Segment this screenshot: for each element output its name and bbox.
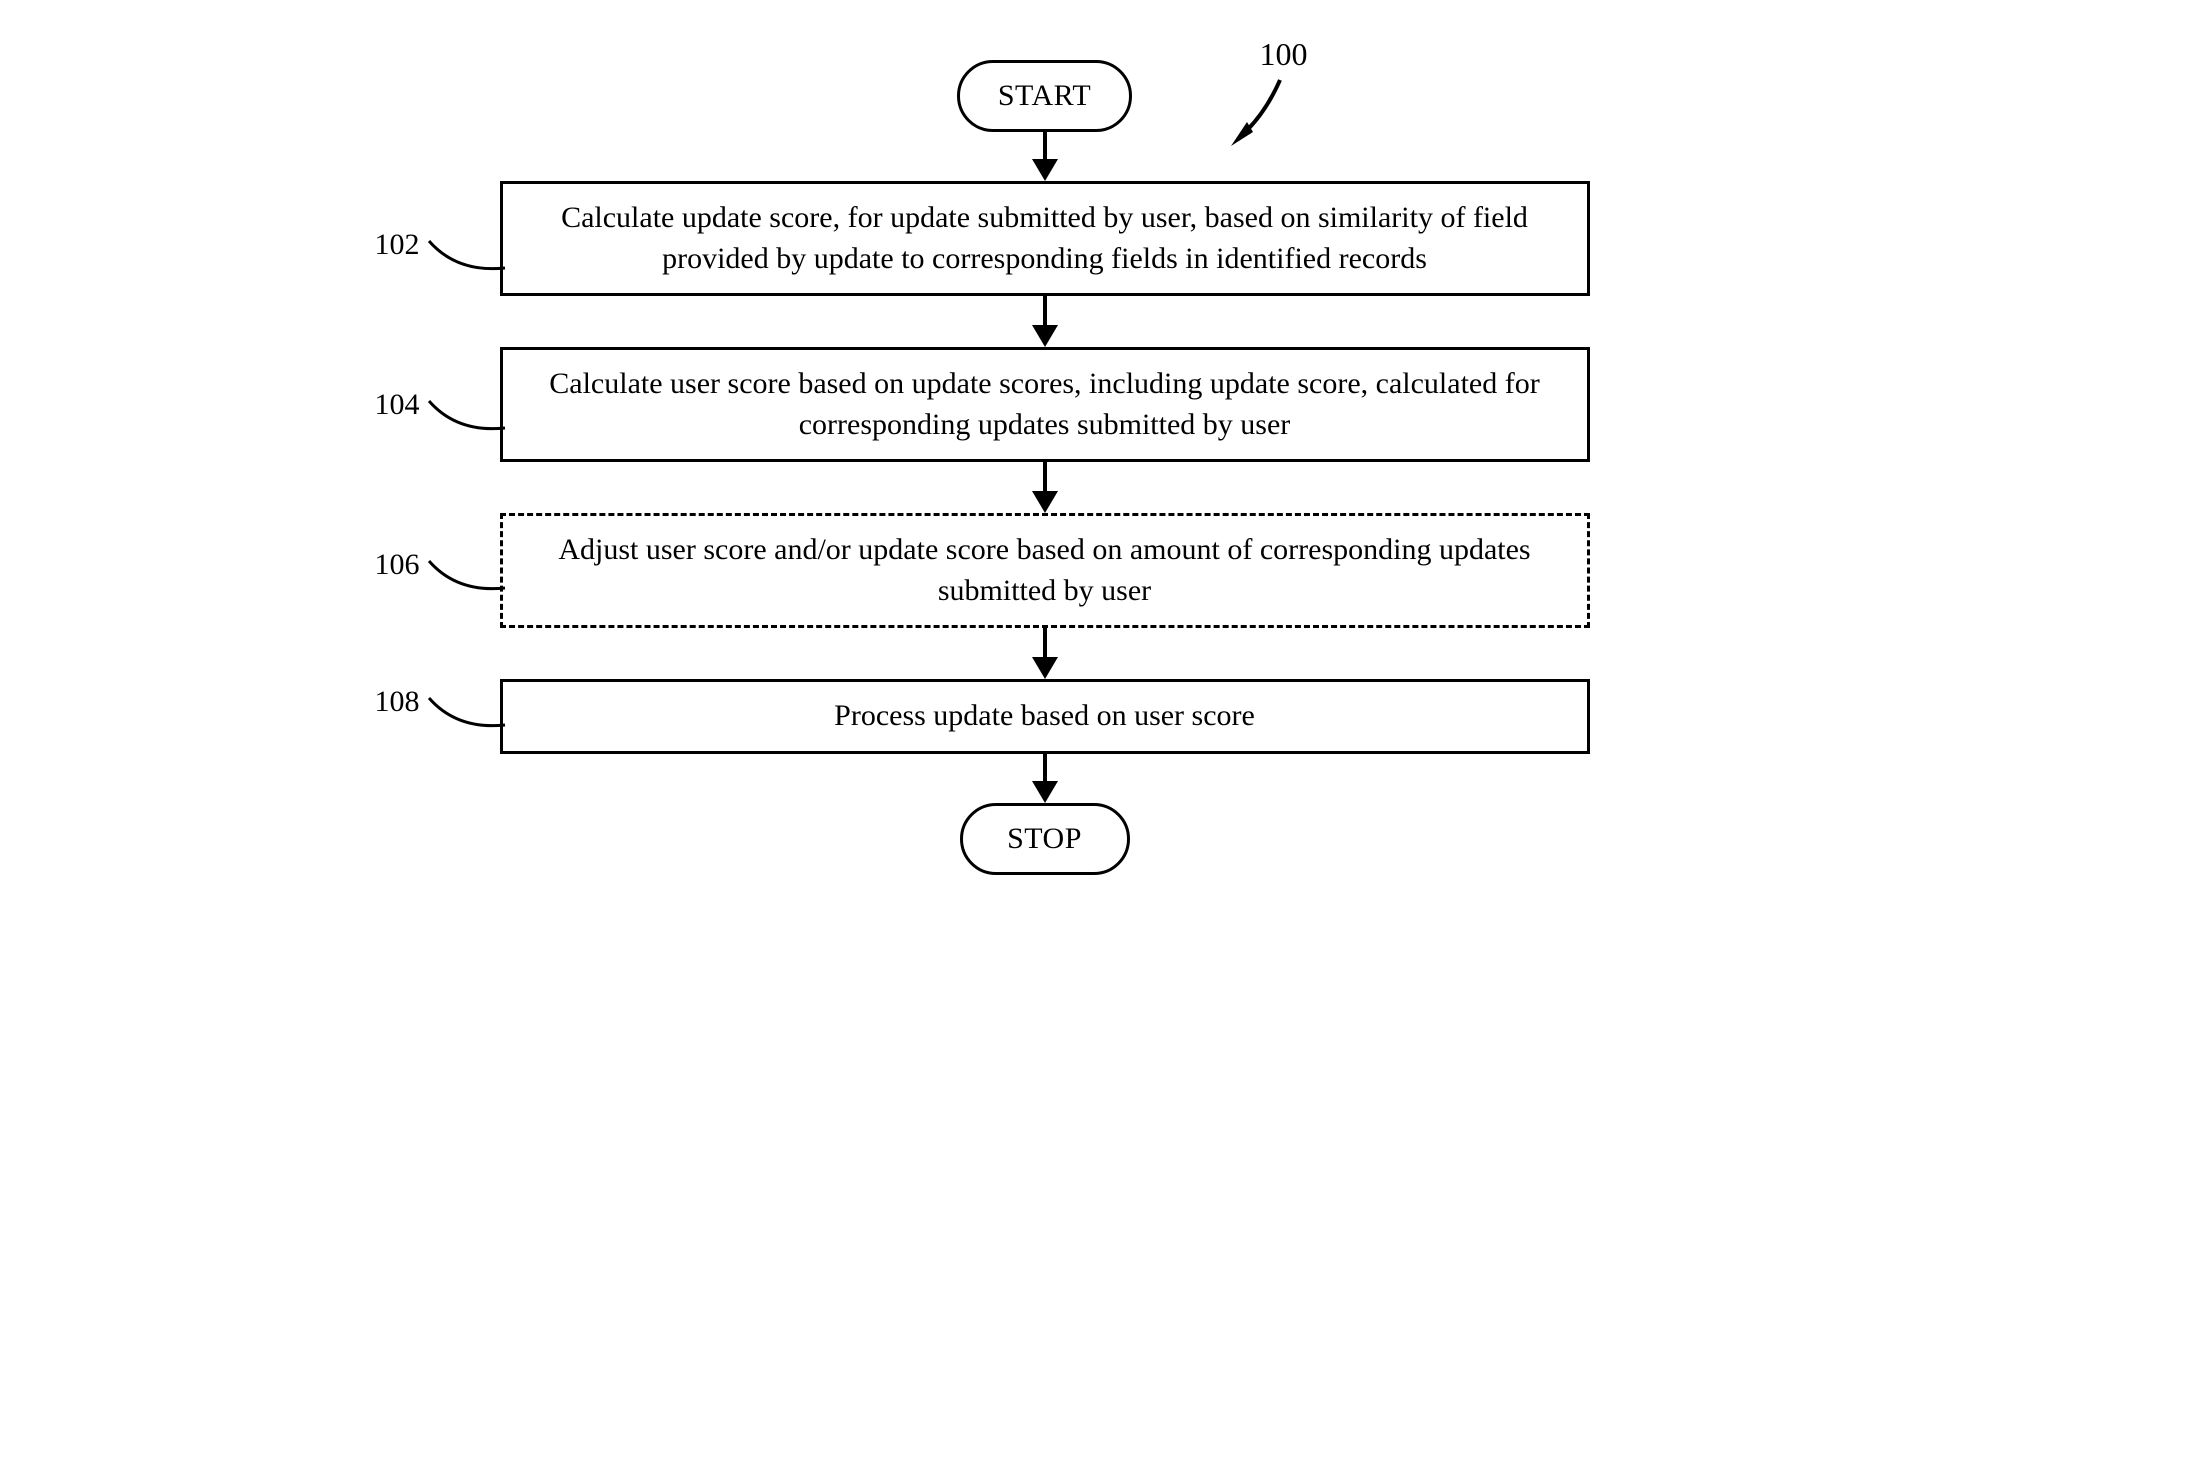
arrow-down-icon — [1032, 132, 1058, 181]
step-ref: 106 — [375, 548, 420, 582]
start-terminal: START — [957, 60, 1132, 132]
step-box: Process update based on user score — [500, 679, 1590, 754]
start-label: START — [998, 79, 1091, 113]
step-ref: 104 — [375, 388, 420, 422]
step-ref: 108 — [375, 685, 420, 719]
arrow-down-icon — [1032, 628, 1058, 679]
step-box-optional: Adjust user score and/or update score ba… — [500, 513, 1590, 628]
stop-terminal: STOP — [960, 803, 1130, 875]
step-text: Adjust user score and/or update score ba… — [558, 533, 1530, 607]
step-box: Calculate update score, for update submi… — [500, 181, 1590, 296]
arrow-down-icon — [1032, 462, 1058, 513]
arrow-down-icon — [1032, 296, 1058, 347]
lead-line — [427, 398, 507, 438]
flow-column: START Calculate update score, for update… — [355, 60, 1595, 875]
step-text: Calculate user score based on update sco… — [549, 367, 1539, 441]
arrow-down-icon — [1032, 754, 1058, 803]
stop-label: STOP — [1007, 822, 1082, 856]
flowchart-canvas: 100 102 104 106 108 START Calculate upda… — [355, 60, 1835, 875]
lead-line — [427, 238, 507, 278]
step-text: Calculate update score, for update submi… — [561, 201, 1528, 275]
step-box: Calculate user score based on update sco… — [500, 347, 1590, 462]
step-ref: 102 — [375, 228, 420, 262]
step-text: Process update based on user score — [834, 699, 1255, 732]
curved-arrow-icon — [1225, 76, 1295, 156]
lead-line — [427, 695, 507, 735]
diagram-ref: 100 — [1260, 36, 1308, 73]
lead-line — [427, 558, 507, 598]
